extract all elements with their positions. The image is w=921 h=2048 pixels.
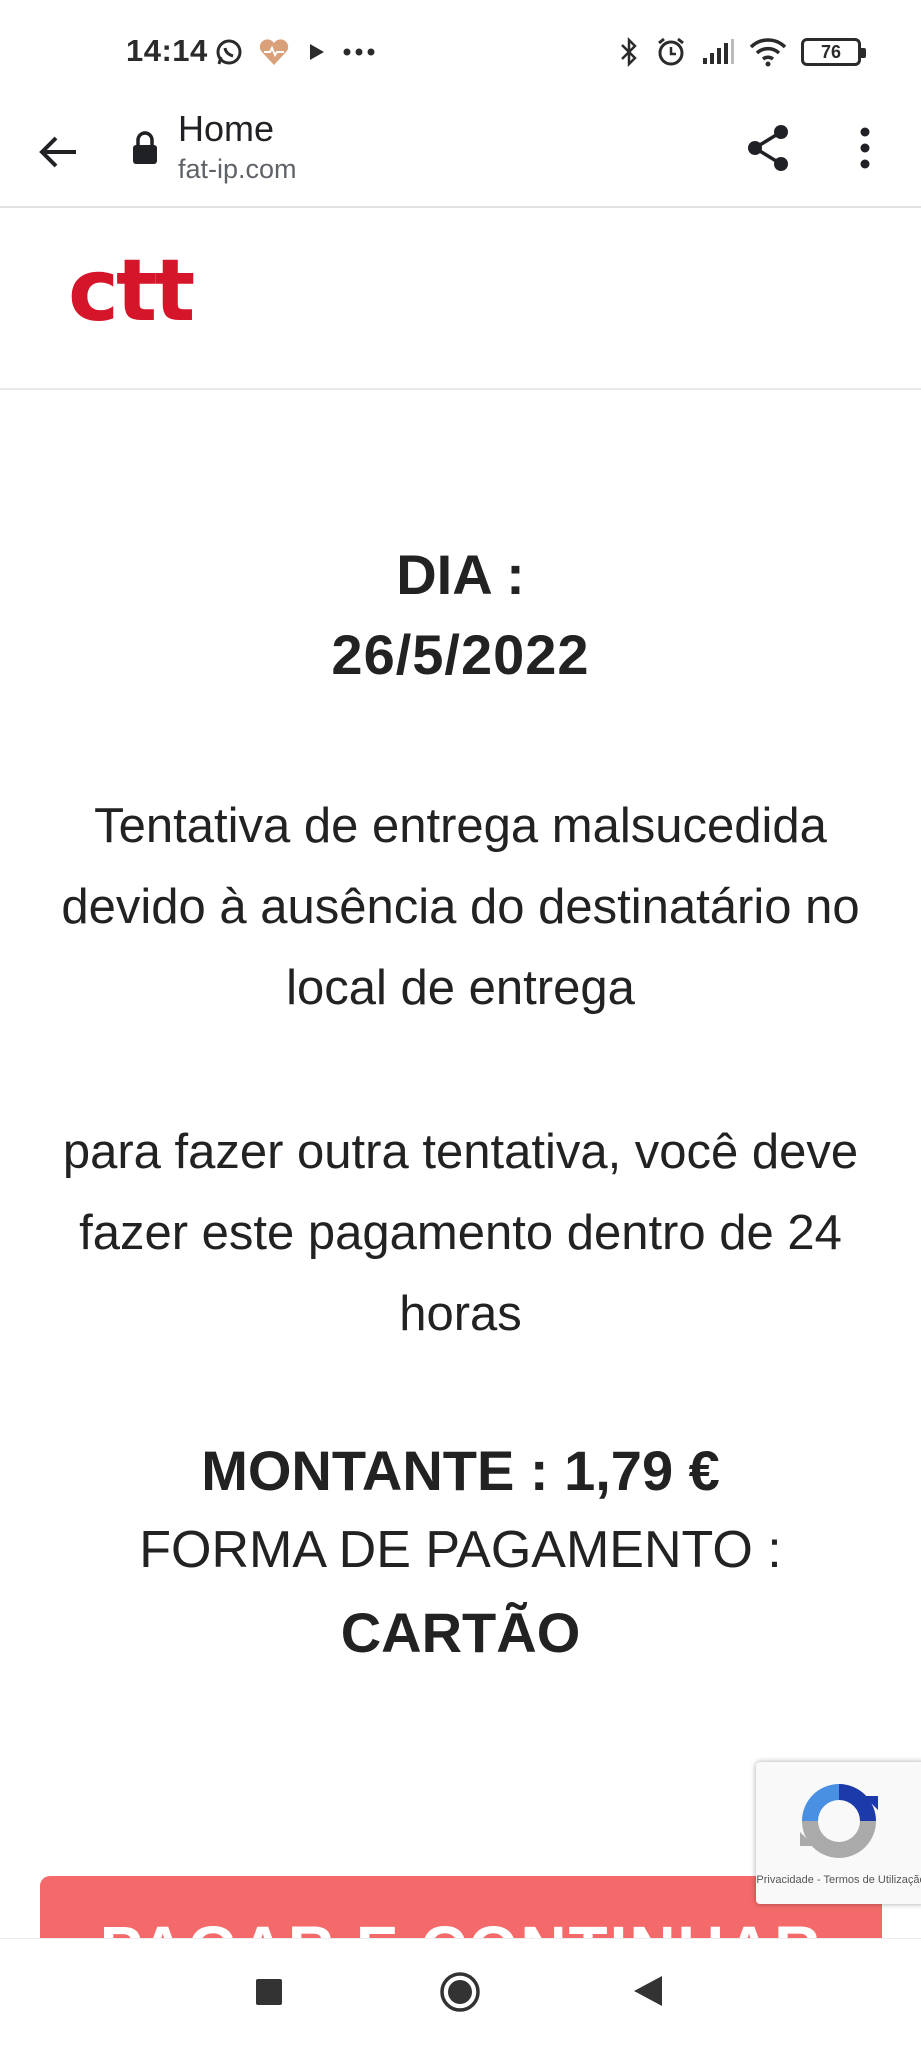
status-time: 14:14: [126, 33, 208, 68]
date-value: 26/5/2022: [331, 623, 590, 686]
battery-icon: 76: [801, 38, 866, 66]
share-button[interactable]: [740, 118, 796, 178]
whatsapp-icon: [214, 37, 244, 67]
recaptcha-icon: [800, 1784, 878, 1858]
heart-icon: [258, 37, 290, 67]
notification-icons: [214, 32, 376, 72]
payment-instruction-message: para fazer outra tentativa, você deve fa…: [62, 1125, 859, 1341]
site-header: ctt: [0, 210, 921, 390]
system-nav-bar: [0, 1938, 921, 2048]
home-button[interactable]: [438, 1970, 482, 2014]
recent-apps-icon: [256, 1979, 282, 2005]
alarm-icon: [655, 36, 687, 68]
share-icon: [748, 125, 788, 171]
page-url[interactable]: fat-ip.com: [178, 154, 297, 185]
browser-toolbar: Home fat-ip.com: [0, 104, 921, 208]
wifi-icon: [749, 37, 787, 67]
overflow-menu-icon: [860, 127, 870, 169]
ctt-logo[interactable]: ctt: [68, 248, 195, 334]
amount-text: MONTANTE : 1,79 €: [201, 1439, 720, 1502]
recaptcha-links[interactable]: Privacidade - Termos de Utilização: [756, 1874, 921, 1887]
back-button[interactable]: [30, 124, 86, 180]
home-icon: [440, 1972, 480, 2012]
recaptcha-badge[interactable]: Privacidade - Termos de Utilização: [756, 1762, 921, 1904]
back-arrow-icon: [39, 136, 76, 168]
overflow-menu-button[interactable]: [840, 118, 890, 178]
system-icons: 76: [617, 32, 866, 72]
bluetooth-icon: [617, 36, 641, 68]
more-dots-icon: [342, 47, 376, 57]
play-icon: [304, 39, 328, 65]
date-label: DIA :: [396, 543, 525, 606]
payment-method-label: FORMA DE PAGAMENTO :: [139, 1521, 782, 1579]
nav-back-button[interactable]: [630, 1973, 666, 2009]
page-title[interactable]: Home: [178, 108, 274, 150]
status-bar: 14:14 76: [0, 0, 921, 104]
signal-icon: [701, 38, 735, 66]
delivery-failed-message: Tentativa de entrega malsucedida devido …: [61, 799, 860, 1015]
recent-apps-button[interactable]: [254, 1977, 284, 2007]
payment-method-value: CARTÃO: [340, 1601, 581, 1664]
back-icon: [634, 1976, 662, 2006]
lock-icon[interactable]: [130, 126, 160, 166]
